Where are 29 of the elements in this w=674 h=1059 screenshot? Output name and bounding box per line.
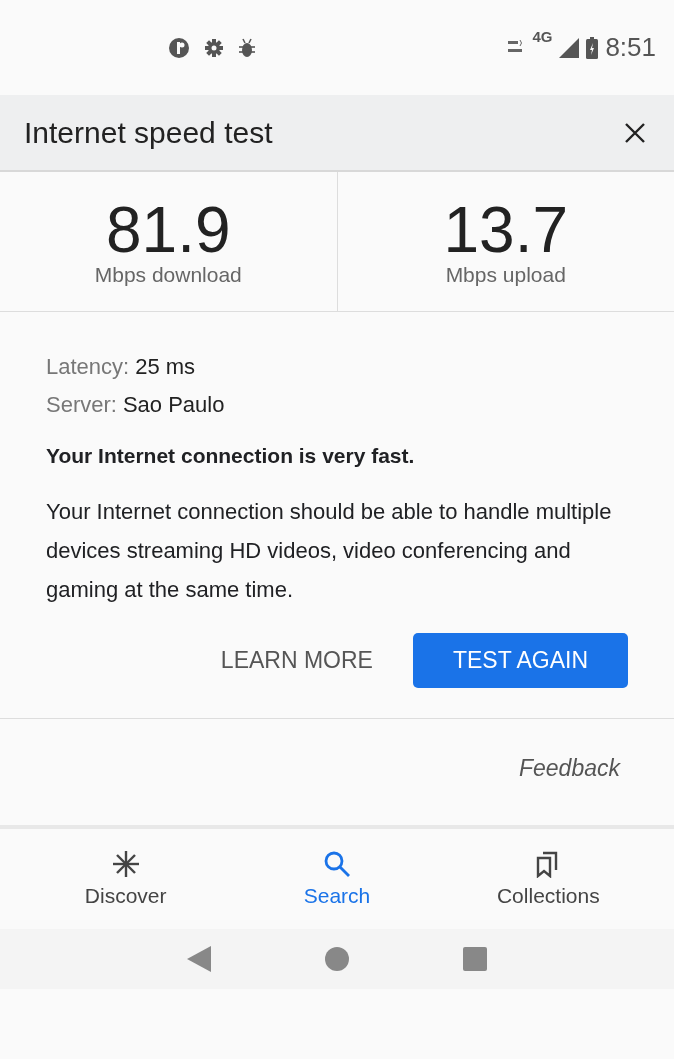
asterisk-icon bbox=[111, 850, 140, 878]
detail-label: Latency: bbox=[46, 354, 130, 379]
gear-icon bbox=[204, 37, 224, 58]
feedback-link[interactable]: Feedback bbox=[519, 755, 620, 825]
speed-value: 13.7 bbox=[443, 196, 569, 263]
clock: 8:51 bbox=[605, 32, 656, 63]
test-again-button[interactable]: TEST AGAIN bbox=[412, 633, 628, 688]
verdict-text: Your Internet connection is very fast. bbox=[46, 444, 416, 468]
learn-more-button[interactable]: LEARN MORE bbox=[220, 633, 373, 688]
back-icon[interactable] bbox=[187, 946, 211, 972]
panel-title: Internet speed test bbox=[24, 115, 273, 150]
description-text: Your Internet connection should be able to handle multiple devices streaming HD videos, video conferencing and gaming at the same time. bbox=[46, 498, 613, 604]
speed-value: 81.9 bbox=[105, 196, 231, 263]
detail-value: Sao Paulo bbox=[122, 392, 225, 417]
bug-icon bbox=[238, 37, 256, 58]
data-saver-icon bbox=[168, 36, 190, 59]
battery-icon bbox=[586, 36, 599, 59]
nav-tab[interactable]: Collections bbox=[468, 850, 629, 908]
search-icon bbox=[323, 850, 351, 878]
nav-tab[interactable]: Search bbox=[257, 850, 417, 908]
nav-tab[interactable]: Discover bbox=[45, 850, 206, 908]
speed-unit: Mbps upload bbox=[445, 262, 566, 287]
close-icon[interactable] bbox=[624, 121, 646, 144]
signal-icon bbox=[559, 37, 580, 58]
network-type: 4G bbox=[532, 28, 553, 45]
speed-unit: Mbps download bbox=[94, 262, 242, 287]
detail-label: Server: bbox=[46, 392, 117, 417]
home-icon[interactable] bbox=[325, 947, 349, 971]
detail-value: 25 ms bbox=[135, 354, 196, 379]
